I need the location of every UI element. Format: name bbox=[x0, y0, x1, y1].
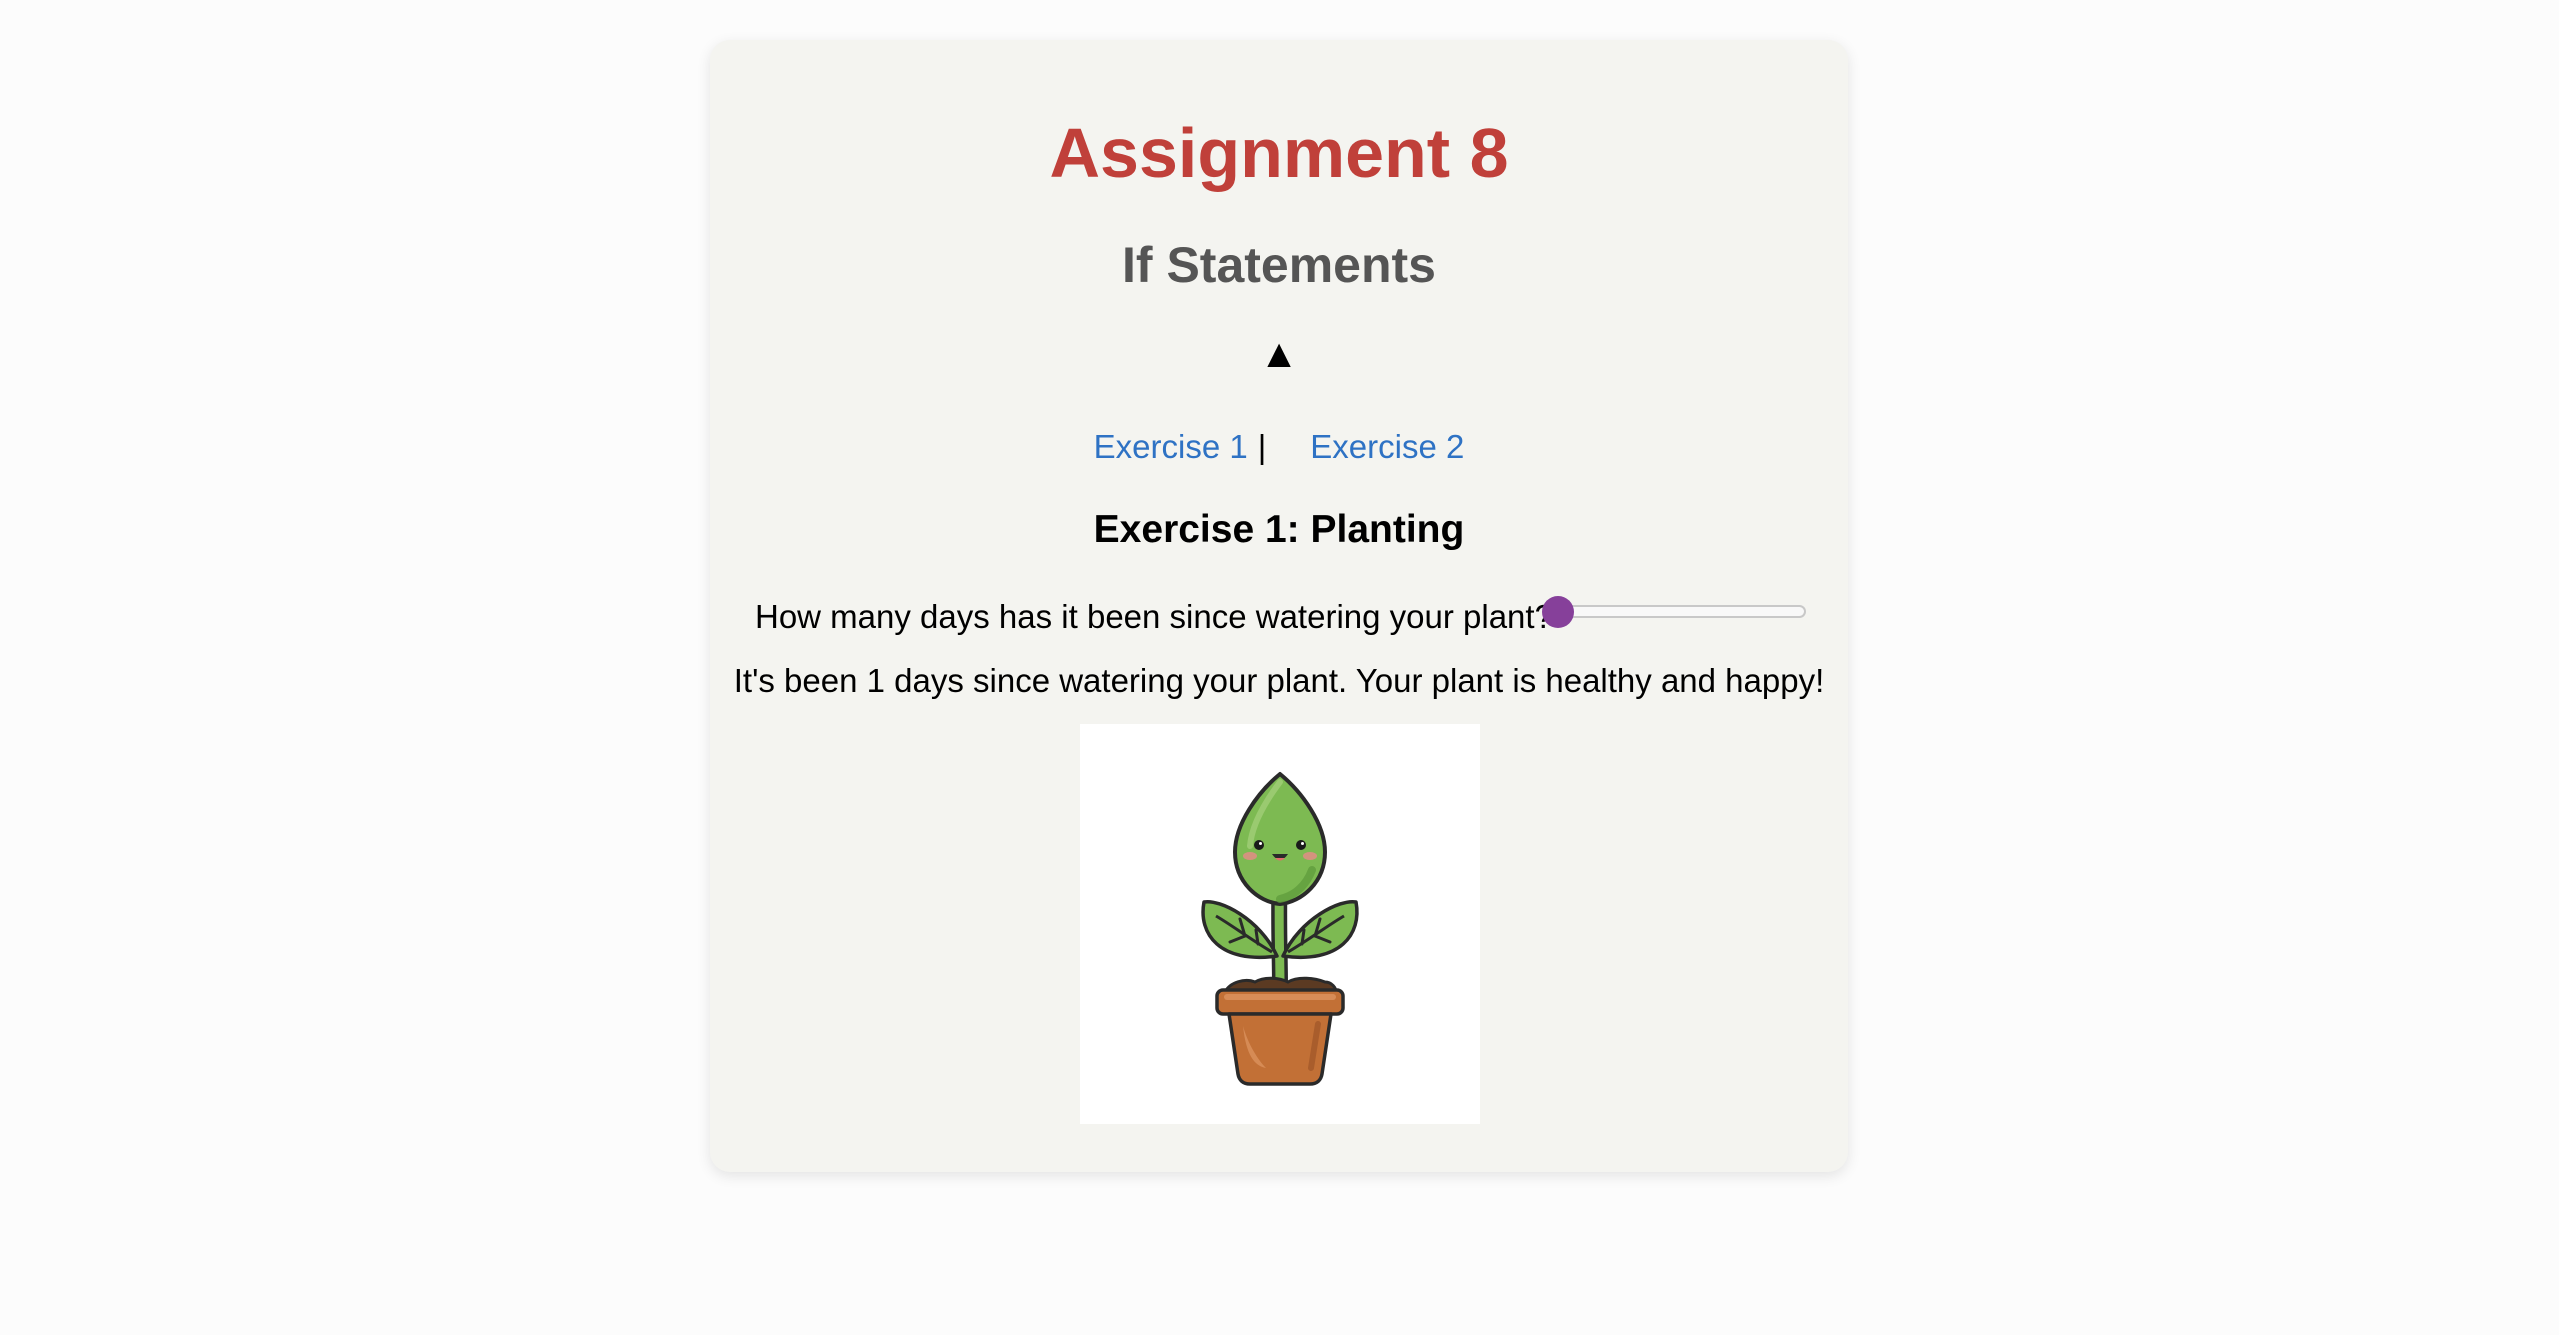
plant-image bbox=[1080, 724, 1480, 1124]
page-subtitle: If Statements bbox=[1122, 237, 1436, 293]
assignment-card: Assignment 8 If Statements ▲ Exercise 1 |… bbox=[710, 40, 1848, 1172]
slider-thumb[interactable] bbox=[1542, 596, 1574, 628]
result-message: It's been 1 days since watering your pla… bbox=[733, 662, 1825, 699]
exercise-2-link[interactable]: Exercise 2 bbox=[1310, 428, 1464, 465]
up-arrow-icon[interactable]: ▲ bbox=[710, 334, 1848, 374]
days-slider[interactable] bbox=[1542, 592, 1812, 628]
question-label: How many days has it been since watering… bbox=[755, 598, 1553, 635]
exercise-heading: Exercise 1: Planting bbox=[1093, 508, 1465, 551]
page-title: Assignment 8 bbox=[1049, 114, 1509, 192]
exercise-1-link[interactable]: Exercise 1 bbox=[1094, 428, 1248, 465]
slider-track[interactable] bbox=[1548, 605, 1806, 618]
happy-plant-icon bbox=[1201, 772, 1359, 1086]
nav-separator: | bbox=[1257, 428, 1267, 465]
question-row: How many days has it been since watering… bbox=[710, 592, 1848, 636]
exercise-nav: Exercise 1 | Exercise 2 bbox=[710, 430, 1848, 463]
